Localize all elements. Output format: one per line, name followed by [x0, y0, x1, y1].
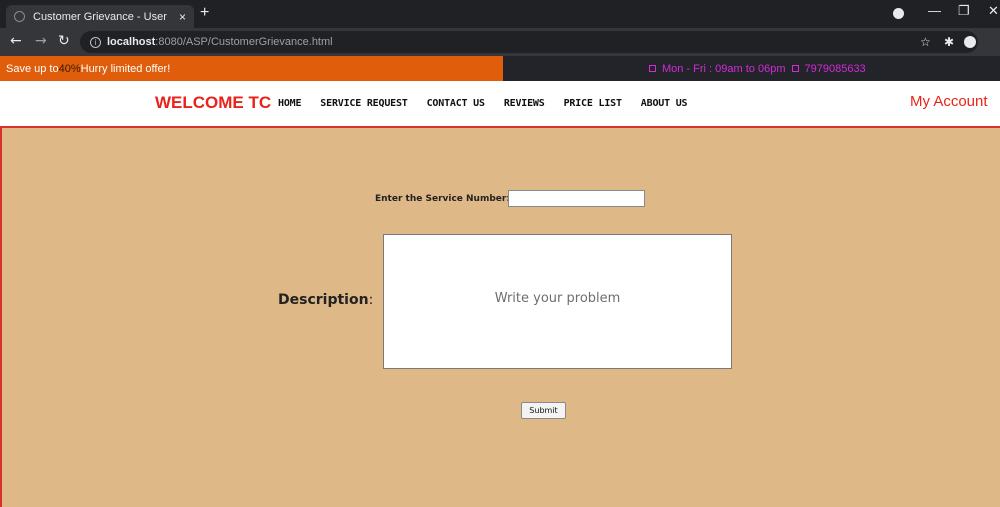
contact-bar: Mon - Fri : 09am to 06pm 7979085633: [503, 56, 1000, 81]
minimize-button[interactable]: —: [928, 3, 941, 18]
extensions-icon[interactable]: ✱: [944, 35, 954, 49]
globe-icon: [14, 11, 25, 22]
close-window-button[interactable]: ✕: [988, 3, 999, 19]
grievance-form-area: Enter the Service Number: Description: S…: [0, 126, 1000, 507]
service-number-input[interactable]: [508, 190, 645, 207]
clock-icon: [649, 65, 656, 72]
back-arrow-icon[interactable]: ←: [10, 33, 22, 49]
promo-suffix: Hurry limited offer!: [80, 62, 171, 75]
star-icon[interactable]: ☆: [920, 35, 931, 49]
reload-icon[interactable]: ↻: [58, 33, 70, 49]
address-bar[interactable]: i localhost :8080/ASP/CustomerGrievance.…: [80, 31, 978, 53]
submit-button[interactable]: Submit: [521, 402, 566, 419]
nav-about-us[interactable]: ABOUT US: [641, 98, 688, 109]
phone-icon: [791, 65, 799, 72]
nav-reviews[interactable]: REVIEWS: [504, 98, 545, 109]
my-account-link[interactable]: My Account: [910, 93, 988, 110]
service-number-label: Enter the Service Number:: [375, 194, 510, 204]
profile-icon[interactable]: [893, 8, 904, 19]
nav-contact-us[interactable]: CONTACT US: [427, 98, 485, 109]
url-host: localhost: [107, 36, 156, 48]
info-icon[interactable]: i: [90, 36, 101, 48]
business-hours: Mon - Fri : 09am to 06pm: [662, 62, 786, 75]
nav-links: HOME SERVICE REQUEST CONTACT US REVIEWS …: [278, 98, 688, 109]
description-colon: :: [368, 292, 374, 308]
browser-tab-bar: Customer Grievance - User × + — ❐ ✕: [0, 0, 1000, 28]
description-textarea[interactable]: [383, 234, 732, 369]
nav-price-list[interactable]: PRICE LIST: [564, 98, 622, 109]
browser-toolbar: ← → ↻ i localhost :8080/ASP/CustomerGrie…: [0, 28, 1000, 56]
account-icon[interactable]: [964, 36, 976, 48]
restore-button[interactable]: ❐: [958, 3, 970, 19]
brand-logo[interactable]: WELCOME TC: [155, 93, 271, 113]
tab-close-icon[interactable]: ×: [179, 10, 186, 24]
site-navbar: WELCOME TC HOME SERVICE REQUEST CONTACT …: [0, 81, 1000, 126]
new-tab-button[interactable]: +: [200, 4, 209, 22]
promo-percent: 40%: [58, 62, 81, 75]
description-label: Description:: [278, 292, 373, 308]
promo-prefix: Save up to: [6, 62, 59, 75]
url-path: :8080/ASP/CustomerGrievance.html: [155, 36, 333, 48]
phone-number: 7979085633: [804, 62, 866, 75]
description-label-text: Description: [278, 292, 369, 308]
promo-banner: Save up to 40% Hurry limited offer!: [0, 56, 503, 81]
browser-tab[interactable]: Customer Grievance - User ×: [6, 5, 194, 28]
nav-home[interactable]: HOME: [278, 98, 301, 109]
tab-title: Customer Grievance - User: [33, 10, 167, 23]
forward-arrow-icon[interactable]: →: [35, 33, 47, 49]
nav-service-request[interactable]: SERVICE REQUEST: [320, 98, 408, 109]
